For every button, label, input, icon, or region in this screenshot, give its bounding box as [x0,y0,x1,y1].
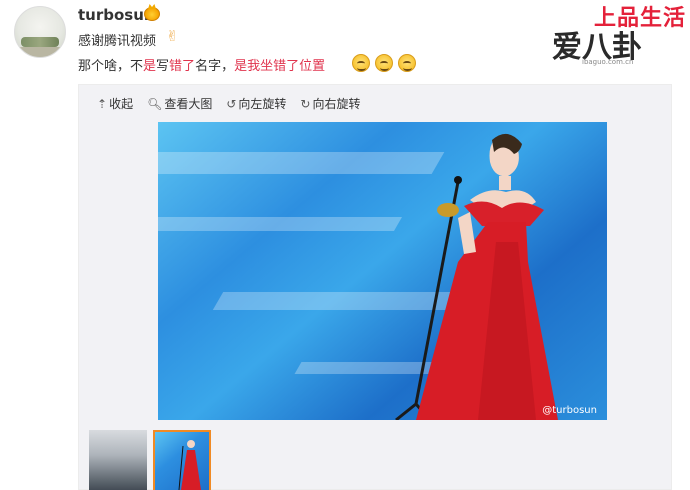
post-line-2-part: 那个啥，不 [78,59,144,74]
view-large-label: 查看大图 [164,97,213,111]
victory-hand-icon: ✌ [166,27,179,45]
collapse-button[interactable]: ⇡ 收起 [97,95,133,112]
rotate-left-icon: ↺ [226,96,237,111]
grin-emoji-icon [352,54,370,72]
username[interactable]: turbosun [78,6,155,24]
thumbnail-2-selected[interactable] [153,430,211,490]
emoji-group [352,54,421,76]
avatar-trees [21,37,59,47]
rotate-left-button[interactable]: ↺ 向左旋转 [226,95,286,112]
gallery-toolbar: ⇡ 收起 🔍︎ 查看大图 ↺ 向左旋转 ↻ 向右旋转 [97,95,360,112]
post-line-2: 那个啥，不是写错了名字，是我坐错了位置 [78,55,325,74]
main-photo[interactable]: @turbosun [158,122,607,420]
rotate-left-label: 向左旋转 [238,97,287,111]
post-line-2-part: 名字， [195,59,235,74]
avatar[interactable] [14,6,66,58]
woman-in-red-gown [395,133,558,420]
watermark-logo: 上品生活 爱八卦 ibaguo.com.cn [546,0,686,70]
post-line-1: 感谢腾讯视频 [78,34,157,49]
photo-caption: @turbosun [542,405,597,416]
rotate-right-icon: ↻ [300,96,311,111]
post-line-2-highlight: 是 [143,59,157,74]
thumbnail-figure [178,440,201,490]
avatar-ground [15,47,65,57]
watermark-url: ibaguo.com.cn [582,58,634,66]
rotate-right-button[interactable]: ↻ 向右旋转 [300,95,360,112]
crown-badge-icon [144,7,160,21]
grin-emoji-icon [375,54,393,72]
post-line-2-part: 写 [156,59,170,74]
rotate-right-label: 向右旋转 [312,97,361,111]
magnifier-icon: 🔍︎ [147,96,163,111]
image-gallery: ⇡ 收起 🔍︎ 查看大图 ↺ 向左旋转 ↻ 向右旋转 @turbosun [78,84,672,490]
view-large-button[interactable]: 🔍︎ 查看大图 [147,95,212,112]
thumbnail-1[interactable] [89,430,147,490]
collapse-arrow-icon: ⇡ [97,96,108,111]
collapse-label: 收起 [109,97,134,111]
post-line-2-highlight: 是我坐错了位置 [234,59,326,74]
post-line-2-highlight: 错了 [169,59,196,74]
grin-emoji-icon [398,54,416,72]
